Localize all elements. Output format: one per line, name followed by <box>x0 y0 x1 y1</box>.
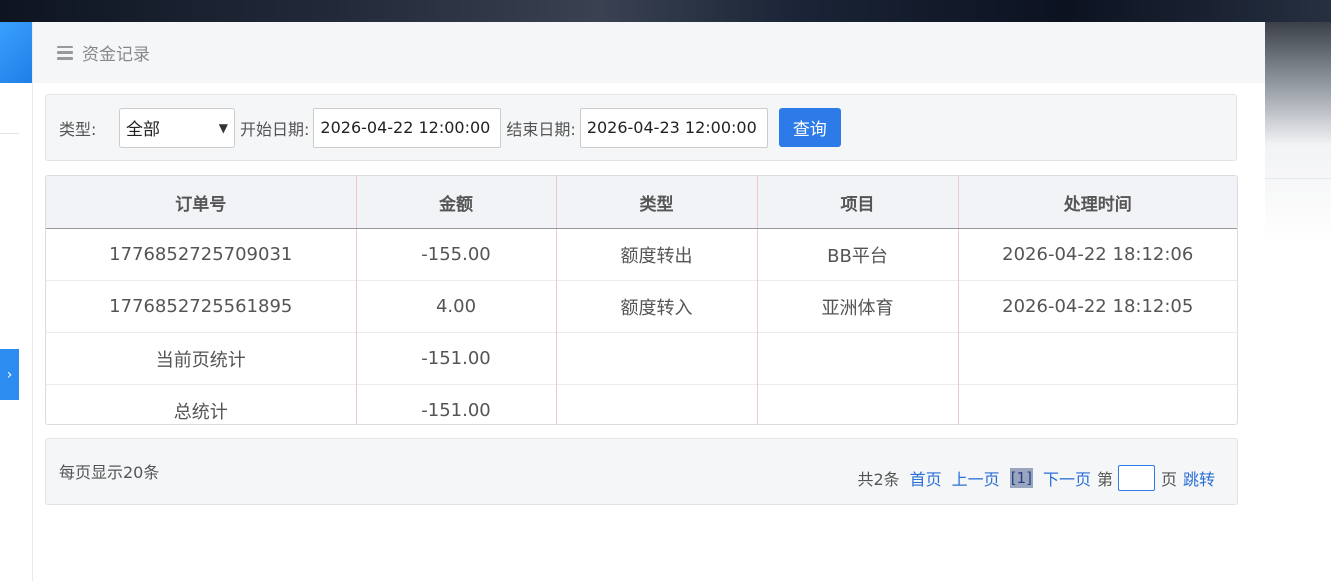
type-select[interactable]: 全部 ▼ <box>119 107 235 148</box>
cell-order-no: 1776852725561895 <box>46 280 357 333</box>
pagination-controls: 共2条 首页 上一页 [1] 下一页 第 页 跳转 <box>857 464 1215 492</box>
cell-item: BB平台 <box>757 228 959 281</box>
page-suffix: 页 <box>1160 470 1177 489</box>
page-title: 资金记录 <box>82 45 150 65</box>
pagination-bar: 每页显示20条 共2条 首页 上一页 [1] 下一页 第 页 跳转 <box>45 438 1238 505</box>
start-date-input[interactable]: 2026-04-22 12:00:00 <box>313 107 502 148</box>
jump-link[interactable]: 跳转 <box>1183 466 1215 490</box>
records-table: 订单号 金额 类型 项目 处理时间 1776852725709031 -155.… <box>45 175 1238 425</box>
main-panel: 资金记录 类型: 全部 ▼ 开始日期: 2026-04-22 12:00:00 … <box>33 22 1265 581</box>
menu-icon[interactable] <box>57 45 73 60</box>
cell-time: 2026-04-22 18:12:05 <box>958 280 1237 333</box>
background-top <box>0 0 1331 22</box>
cell-empty <box>757 332 959 385</box>
cell-type: 额度转入 <box>556 280 758 333</box>
start-date-label: 开始日期: <box>240 119 310 139</box>
table-header-row: 订单号 金额 类型 项目 处理时间 <box>46 176 1237 229</box>
column-header-type: 类型 <box>556 176 758 229</box>
prev-page-link[interactable]: 上一页 <box>952 466 1000 490</box>
left-sidebar <box>0 22 33 581</box>
total-summary-row: 总统计 -151.00 <box>46 384 1237 424</box>
cell-total-label: 总统计 <box>46 384 357 424</box>
per-page-text: 每页显示20条 <box>59 463 160 482</box>
cell-empty <box>556 384 758 424</box>
cell-amount: 4.00 <box>356 280 557 333</box>
cell-summary-label: 当前页统计 <box>46 332 357 385</box>
cell-total-amount: -151.00 <box>356 384 557 424</box>
cell-time: 2026-04-22 18:12:06 <box>1002 244 1194 265</box>
filter-bar: 类型: 全部 ▼ 开始日期: 2026-04-22 12:00:00 结束日期:… <box>45 94 1237 161</box>
column-header-amount: 金额 <box>356 176 557 229</box>
page-summary-row: 当前页统计 -151.00 <box>46 332 1237 385</box>
type-select-value: 全部 <box>126 120 160 140</box>
end-date-value: 2026-04-23 12:00:00 <box>586 118 757 137</box>
query-button[interactable]: 查询 <box>778 108 841 147</box>
start-date-value: 2026-04-22 12:00:00 <box>320 118 491 137</box>
sidebar-toggle-button[interactable]: › <box>0 349 19 400</box>
table-row: 1776852725561895 4.00 额度转入 亚洲体育 2026-04-… <box>46 280 1237 333</box>
end-date-label: 结束日期: <box>506 119 576 139</box>
chevron-down-icon: ▼ <box>218 120 228 135</box>
cell-empty <box>958 332 1237 385</box>
sidebar-logo <box>0 22 32 83</box>
sidebar-divider <box>0 133 19 134</box>
chevron-right-icon: › <box>6 366 13 383</box>
cell-empty <box>757 384 959 424</box>
current-page: [1] <box>1009 468 1033 488</box>
column-header-order-no: 订单号 <box>46 176 357 229</box>
column-header-time: 处理时间 <box>958 176 1237 229</box>
background-divider <box>1265 178 1331 179</box>
total-count: 共2条 <box>857 470 900 489</box>
type-label: 类型: <box>59 119 97 139</box>
page-prefix: 第 <box>1096 470 1113 489</box>
cell-item: 亚洲体育 <box>757 280 959 333</box>
column-header-item: 项目 <box>757 176 959 229</box>
cell-empty <box>958 384 1237 424</box>
next-page-link[interactable]: 下一页 <box>1043 466 1091 490</box>
cell-type: 额度转出 <box>556 228 758 281</box>
cell-summary-amount: -151.00 <box>356 332 557 385</box>
table-row: 1776852725709031 -155.00 额度转出 BB平台 2026-… <box>46 228 1237 281</box>
end-date-input[interactable]: 2026-04-23 12:00:00 <box>579 107 768 148</box>
first-page-link[interactable]: 首页 <box>910 466 942 490</box>
background-right <box>1265 22 1331 581</box>
cell-empty <box>556 332 758 385</box>
cell-amount: -155.00 <box>356 228 557 281</box>
page-number-input[interactable] <box>1117 465 1155 491</box>
cell-order-no: 1776852725709031 <box>46 228 357 281</box>
panel-header: 资金记录 <box>33 22 1265 83</box>
